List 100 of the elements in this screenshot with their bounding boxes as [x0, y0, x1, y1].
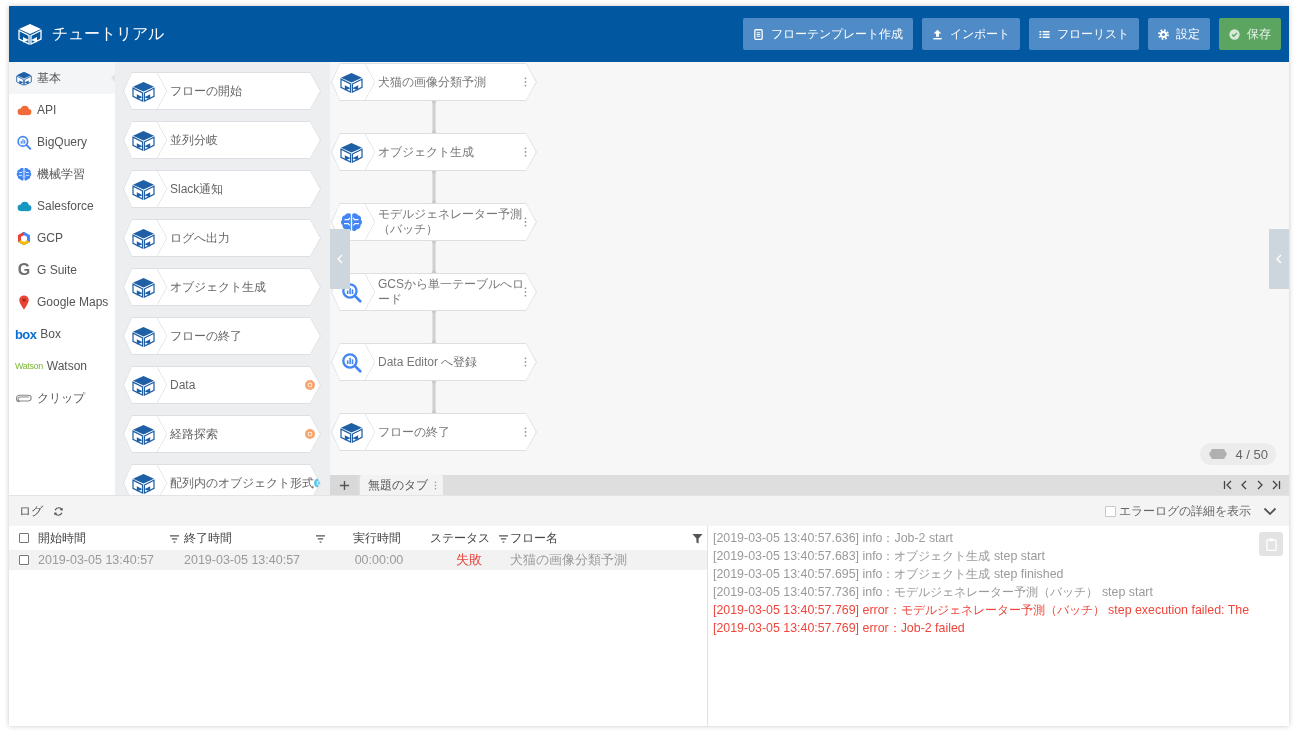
magnifier-chart-icon [340, 351, 363, 373]
kebab-menu-icon[interactable] [524, 217, 527, 227]
kebab-menu-icon[interactable] [524, 77, 527, 87]
kebab-menu-icon[interactable] [524, 357, 527, 367]
palette-node[interactable]: Slack通知 [123, 170, 321, 208]
app-title: チュートリアル [52, 23, 164, 44]
category-item[interactable]: GCP [9, 222, 115, 254]
collapse-handle[interactable] [330, 229, 350, 289]
column-header[interactable]: 開始時間 [38, 529, 86, 547]
flow-list-button[interactable]: フローリスト [1029, 18, 1139, 50]
category-item[interactable]: G G Suite [9, 254, 115, 286]
tab[interactable]: 無題のタブ [360, 475, 443, 495]
table-cell-text: 犬猫の画像分類予測 [510, 551, 628, 569]
table-cell-text: 2019-03-05 13:40:57 [184, 553, 302, 567]
column-header[interactable]: フロー名 [510, 529, 558, 547]
magnifier-chart-icon [16, 134, 32, 150]
category-item[interactable]: クリップ [9, 382, 115, 414]
first-page-button[interactable] [1223, 480, 1233, 490]
table-cell-text: 00:00:00 [353, 553, 405, 567]
last-page-button[interactable] [1271, 480, 1281, 490]
brain-icon [16, 166, 32, 182]
cube-logo-icon [132, 80, 155, 102]
palette-node[interactable]: フローの開始 [123, 72, 321, 110]
category-item[interactable]: Google Maps [9, 286, 115, 318]
palette-node[interactable]: 並列分岐 [123, 121, 321, 159]
settings-icon [1158, 28, 1169, 40]
first-page-icon [1223, 480, 1233, 490]
column-header[interactable]: 終了時間 [184, 529, 232, 547]
brand-logo: Watson [15, 361, 43, 371]
next-button[interactable] [1255, 480, 1265, 490]
category-item[interactable]: Salesforce [9, 190, 115, 222]
log-line: [2019-03-05 13:40:57.683] info：オブジェクト生成 step start [713, 548, 1045, 565]
flow-node[interactable]: GCSから単一テーブルへロード [331, 273, 537, 311]
kebab-menu-icon[interactable] [524, 427, 527, 437]
connector-line [429, 241, 439, 273]
palette-node[interactable]: オブジェクト生成 [123, 268, 321, 306]
settings-button[interactable]: 設定 [1148, 18, 1210, 50]
brain-icon [340, 211, 363, 233]
flow-node[interactable]: Data Editor へ登録 [331, 343, 537, 381]
refresh-icon [53, 505, 64, 517]
cube-logo-icon [132, 325, 155, 347]
sort-icon[interactable] [169, 533, 180, 543]
palette-node[interactable]: 配列内のオブジェクト形式 [123, 464, 321, 495]
check-circle-icon [1229, 28, 1240, 40]
previous-button[interactable] [1239, 480, 1249, 490]
category-item[interactable]: API [9, 94, 115, 126]
chevron-left-icon [1276, 254, 1282, 264]
template-button[interactable]: フローテンプレート作成 [743, 18, 913, 50]
collapse-button[interactable] [1263, 506, 1277, 516]
kebab-menu-icon[interactable] [524, 147, 527, 157]
category-item[interactable]: BigQuery [9, 126, 115, 158]
checkbox-label[interactable]: エラーログの詳細を表示 [1119, 502, 1251, 520]
document-icon [753, 28, 764, 40]
category-item[interactable]: Watson Watson [9, 350, 115, 382]
upload-icon [932, 28, 943, 40]
last-page-icon [1271, 480, 1281, 490]
kebab-menu-icon[interactable] [434, 480, 437, 490]
clipboard-icon [1265, 537, 1277, 551]
column-header[interactable]: ステータス [430, 529, 490, 547]
kebab-menu-icon[interactable] [524, 287, 527, 297]
cube-logo-icon [132, 129, 155, 151]
palette-node[interactable]: 経路探索 [123, 415, 321, 453]
chevron-left-icon [337, 254, 343, 264]
category-item[interactable]: 基本 [9, 62, 115, 94]
log-line: [2019-03-05 13:40:57.769] error：モデルジェネレーター予測（バッチ） step execution failed: The [713, 602, 1250, 619]
cube-logo-icon [132, 423, 155, 445]
category-item[interactable]: 機械学習 [9, 158, 115, 190]
collapse-handle[interactable] [1269, 229, 1289, 289]
flow-node[interactable]: フローの終了 [331, 413, 537, 451]
cube-logo-icon [340, 71, 363, 93]
magnifier-chart-icon [340, 281, 363, 303]
palette-node[interactable]: Data [123, 366, 321, 404]
palette-node[interactable]: ログへ出力 [123, 219, 321, 257]
flow-node[interactable]: 犬猫の画像分類予測 [331, 63, 537, 101]
chevron-right-icon [1255, 480, 1265, 490]
category-item[interactable]: box Box [9, 318, 115, 350]
palette-node[interactable]: フローの終了 [123, 317, 321, 355]
refresh-button[interactable] [53, 505, 64, 517]
column-header[interactable]: 実行時間 [353, 529, 401, 547]
brand-logo: box [15, 327, 37, 341]
add-tab-button[interactable] [330, 475, 358, 495]
flow-node[interactable]: オブジェクト生成 [331, 133, 537, 171]
cube-logo-icon [18, 23, 42, 45]
sort-icon[interactable] [315, 533, 326, 543]
table-row[interactable]: 2019-03-05 13:40:57 2019-03-05 13:40:57 00:00:00 失敗 犬猫の画像分類予測 [9, 550, 707, 570]
flow-node[interactable]: モデルジェネレーター予測（バッチ） [331, 203, 537, 241]
connector-line [429, 171, 439, 203]
checkbox[interactable] [19, 533, 29, 543]
hexagon-icon [1209, 449, 1228, 459]
filter-icon[interactable] [692, 532, 703, 544]
cube-logo-icon [132, 227, 155, 249]
import-button[interactable]: インポート [922, 18, 1020, 50]
map-pin-icon [16, 294, 32, 310]
row-checkbox[interactable] [19, 555, 29, 565]
table-cell-text: 失敗 [455, 551, 483, 569]
connector-line [429, 311, 439, 343]
chevron-down-icon [1263, 506, 1277, 516]
checkbox[interactable] [1105, 505, 1116, 517]
cube-logo-icon [132, 374, 155, 396]
sort-icon[interactable] [498, 533, 509, 543]
